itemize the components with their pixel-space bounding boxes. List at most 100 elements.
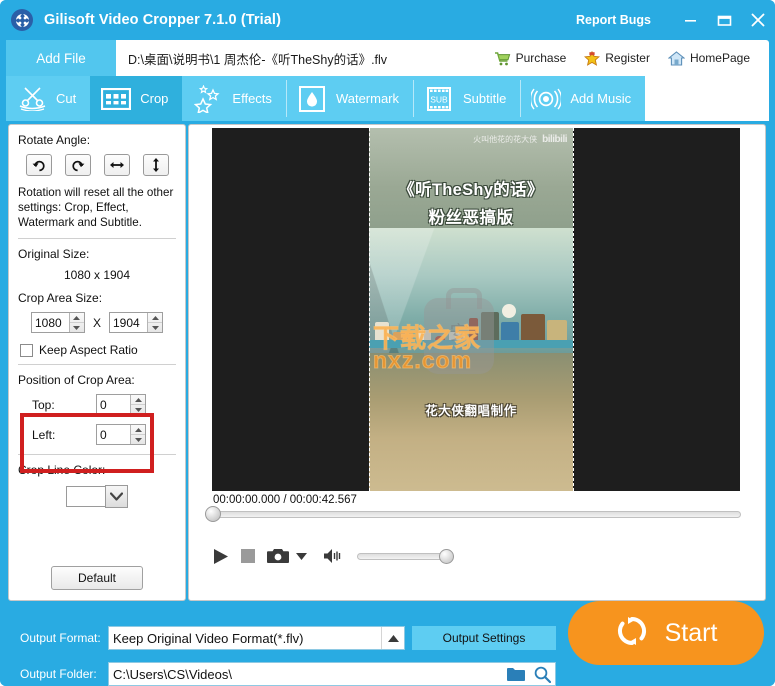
output-settings-button[interactable]: Output Settings xyxy=(412,626,556,650)
volume-slider-thumb[interactable] xyxy=(439,548,454,564)
snapshot-button[interactable] xyxy=(267,548,289,564)
flip-vertical-icon[interactable] xyxy=(142,154,169,176)
keep-aspect-ratio-checkbox[interactable] xyxy=(20,343,33,357)
video-corner-brand: 火叫他花的花大侠 bilibili xyxy=(473,134,567,145)
output-folder-input[interactable] xyxy=(109,663,503,685)
homepage-button[interactable]: HomePage xyxy=(659,50,759,66)
crop-line-color-dropdown[interactable] xyxy=(105,485,128,508)
rotate-cw-icon[interactable] xyxy=(25,154,52,176)
output-format-dropdown-caret-up-icon[interactable] xyxy=(381,627,404,649)
crop-width-up-icon[interactable] xyxy=(69,313,84,323)
flip-horizontal-icon[interactable] xyxy=(103,154,130,176)
video-objects-region xyxy=(369,288,573,366)
left-input[interactable] xyxy=(97,425,130,444)
video-floor-region xyxy=(369,353,573,491)
tab-crop[interactable]: Crop xyxy=(90,76,183,121)
video-title-line1: 《听TheShy的话》 xyxy=(398,181,544,199)
rotate-ccw-icon[interactable] xyxy=(64,154,91,176)
crop-height-up-icon[interactable] xyxy=(148,313,162,323)
home-icon xyxy=(667,50,685,66)
keep-aspect-ratio-row[interactable]: Keep Aspect Ratio xyxy=(20,343,176,357)
tab-effects[interactable]: Effects xyxy=(182,76,286,121)
tab-crop-label: Crop xyxy=(140,91,169,106)
speaker-waves-icon xyxy=(531,85,562,113)
crop-height-arrows[interactable] xyxy=(147,313,162,332)
close-button[interactable] xyxy=(741,0,775,40)
output-folder-field[interactable] xyxy=(108,662,556,686)
tab-watermark-label: Watermark xyxy=(335,91,400,106)
crop-width-stepper[interactable] xyxy=(30,312,85,333)
seek-bar-thumb[interactable] xyxy=(205,506,221,522)
file-path-display[interactable]: D:\桌面\说明书\1 周杰伦-《听TheShy的话》.flv xyxy=(116,40,485,76)
video-title-line2: 粉丝恶搞版 xyxy=(428,209,514,227)
default-button[interactable]: Default xyxy=(51,566,143,590)
video-frame: 火叫他花的花大侠 bilibili 《听TheShy的话》 粉丝恶搞版 花大侠翻… xyxy=(369,128,573,491)
left-up-icon[interactable] xyxy=(131,425,145,435)
stop-button[interactable] xyxy=(241,549,255,563)
top-down-icon[interactable] xyxy=(131,405,145,414)
divider xyxy=(18,238,176,239)
register-label: Register xyxy=(605,51,650,65)
magnifier-icon[interactable] xyxy=(529,666,555,683)
film-reel-icon xyxy=(11,9,33,31)
refresh-cycle-icon xyxy=(615,614,649,653)
crop-line-color-swatch[interactable] xyxy=(66,486,106,507)
tab-cut[interactable]: Cut xyxy=(6,76,91,121)
bilibili-logo: bilibili xyxy=(542,134,567,145)
top-up-icon[interactable] xyxy=(131,395,145,405)
top-label: Top: xyxy=(32,397,55,412)
minimize-button[interactable] xyxy=(673,0,707,40)
video-credit-text: 花大侠翻唱制作 xyxy=(425,404,517,418)
divider-2 xyxy=(18,364,176,365)
register-button[interactable]: Register xyxy=(575,50,659,66)
add-file-button[interactable]: Add File xyxy=(6,40,116,76)
top-arrows[interactable] xyxy=(130,395,145,414)
play-button[interactable] xyxy=(213,548,229,565)
crop-height-input[interactable] xyxy=(110,313,147,332)
original-size-value: 1080 x 1904 xyxy=(63,268,131,282)
crop-height-stepper[interactable] xyxy=(109,312,163,333)
tab-bar-filler xyxy=(645,76,769,121)
purchase-label: Purchase xyxy=(515,51,567,65)
folder-icon[interactable] xyxy=(503,667,529,681)
top-input[interactable] xyxy=(97,395,130,414)
maximize-button[interactable] xyxy=(707,0,741,40)
crop-line-left[interactable] xyxy=(369,128,370,491)
file-bar: Add File D:\桌面\说明书\1 周杰伦-《听TheShy的话》.flv… xyxy=(6,40,769,76)
tab-cut-label: Cut xyxy=(56,91,77,106)
left-stepper[interactable] xyxy=(96,424,146,445)
homepage-label: HomePage xyxy=(689,51,750,65)
scissors-icon xyxy=(17,85,47,113)
snapshot-menu-caret-down-icon[interactable] xyxy=(296,552,307,560)
volume-icon[interactable] xyxy=(323,548,343,564)
output-format-field[interactable] xyxy=(108,626,405,650)
left-down-icon[interactable] xyxy=(131,435,145,444)
top-stepper[interactable] xyxy=(96,394,146,415)
application-window: Gilisoft Video Cropper 7.1.0 (Trial) Rep… xyxy=(0,0,775,686)
tab-subtitle-label: Subtitle xyxy=(463,91,507,106)
output-format-input[interactable] xyxy=(109,627,381,649)
purchase-button[interactable]: Purchase xyxy=(485,51,576,66)
tab-watermark[interactable]: Watermark xyxy=(285,76,414,121)
stars-icon xyxy=(193,84,223,113)
title-bar-right: Report Bugs xyxy=(576,0,775,40)
crop-line-right[interactable] xyxy=(573,128,574,491)
page-title: Gilisoft Video Cropper 7.1.0 (Trial) xyxy=(44,12,281,28)
crop-width-arrows[interactable] xyxy=(68,313,84,332)
crop-size-row: X xyxy=(18,312,176,333)
seek-bar[interactable] xyxy=(213,511,741,518)
volume-slider[interactable] xyxy=(357,548,454,564)
tab-subtitle[interactable]: SUB Subtitle xyxy=(413,76,521,121)
tab-bar: Cut Crop Effects Watermark SUB Subtitle … xyxy=(6,76,769,121)
start-button[interactable]: Start xyxy=(568,601,764,665)
title-bar: Gilisoft Video Cropper 7.1.0 (Trial) Rep… xyxy=(0,0,775,40)
crop-width-input[interactable] xyxy=(31,313,69,332)
crop-frame-icon xyxy=(101,85,132,113)
crop-line-color-section: Crop Line Color: xyxy=(18,463,176,508)
tab-add-music[interactable]: Add Music xyxy=(520,76,646,121)
left-arrows[interactable] xyxy=(130,425,145,444)
report-bugs-link[interactable]: Report Bugs xyxy=(576,13,651,27)
video-preview[interactable]: 火叫他花的花大侠 bilibili 《听TheShy的话》 粉丝恶搞版 花大侠翻… xyxy=(212,128,740,491)
crop-height-down-icon[interactable] xyxy=(148,323,162,332)
crop-width-down-icon[interactable] xyxy=(70,323,84,332)
